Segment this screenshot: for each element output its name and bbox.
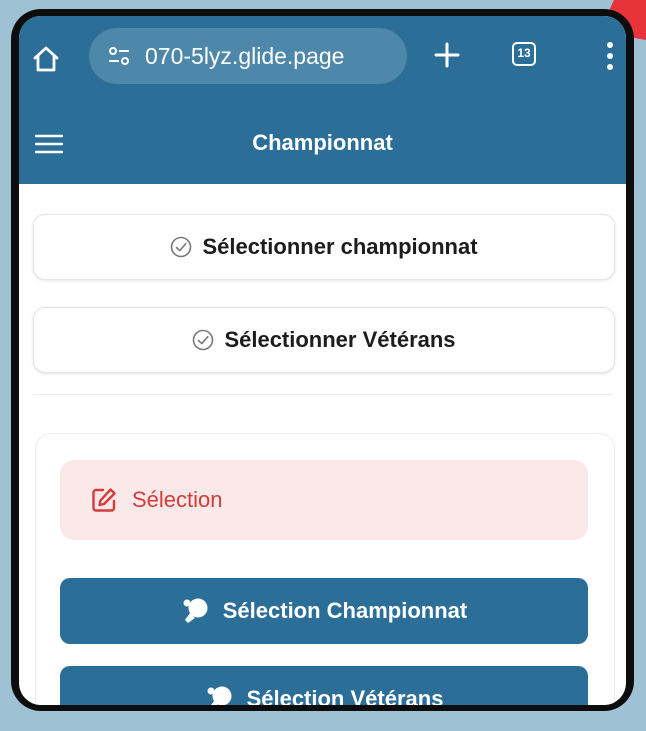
selection-card: Sélection Sélection Championnat Sélectio…: [35, 433, 615, 705]
ping-pong-icon: [183, 598, 208, 623]
app-header: Championnat: [19, 104, 626, 184]
selection-alert: Sélection: [60, 460, 588, 540]
ping-pong-icon: [207, 686, 232, 705]
select-championship-button[interactable]: Sélectionner championnat: [33, 214, 615, 280]
selection-veterans-button[interactable]: Sélection Vétérans: [60, 666, 588, 705]
url-text[interactable]: 070-5lyz.glide.page: [145, 43, 344, 70]
browser-toolbar: 070-5lyz.glide.page 13: [19, 16, 626, 104]
edit-icon: [92, 488, 116, 512]
select-veterans-label: Sélectionner Vétérans: [224, 327, 456, 352]
check-circle-icon: [171, 236, 192, 258]
site-settings-icon[interactable]: [107, 46, 131, 66]
plus-icon[interactable]: [432, 40, 462, 70]
section-divider: [33, 394, 612, 395]
address-bar[interactable]: 070-5lyz.glide.page: [89, 28, 407, 84]
phone-frame: 070-5lyz.glide.page 13 Championnat Sélec…: [11, 9, 634, 711]
page-title: Championnat: [252, 130, 393, 155]
phone-screen: 070-5lyz.glide.page 13 Championnat Sélec…: [19, 16, 626, 705]
selection-veterans-label: Sélection Vétérans: [246, 686, 444, 705]
select-championship-label: Sélectionner championnat: [202, 234, 478, 259]
selection-championship-button[interactable]: Sélection Championnat: [60, 578, 588, 644]
more-vert-icon[interactable]: [605, 40, 615, 72]
selection-championship-label: Sélection Championnat: [222, 598, 468, 623]
check-circle-icon: [193, 329, 214, 351]
tabs-icon[interactable]: 13: [512, 42, 536, 66]
tab-count: 13: [517, 46, 531, 60]
select-veterans-button[interactable]: Sélectionner Vétérans: [33, 307, 615, 373]
alert-label: Sélection: [132, 487, 223, 512]
home-icon[interactable]: [31, 44, 61, 74]
